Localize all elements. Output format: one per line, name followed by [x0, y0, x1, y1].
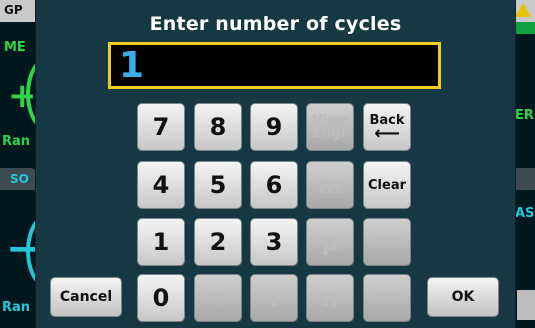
plus-icon: +: [8, 76, 37, 116]
source-label: SO: [10, 172, 29, 186]
range-label: Ran: [2, 134, 31, 149]
input-value: 1: [119, 45, 145, 86]
measure-label: ME: [4, 40, 26, 55]
back-button[interactable]: Back ⟵: [363, 103, 411, 151]
number-entry-dialog: Enter number of cycles 1 7 8 9 View Engr…: [36, 0, 515, 328]
key-6[interactable]: 6: [250, 161, 298, 209]
plus-minus-button: +/-: [194, 274, 242, 322]
key-micro: µ: [306, 218, 354, 266]
dialog-title: Enter number of cycles: [149, 13, 402, 35]
range-label-2: Ran: [2, 300, 31, 315]
key-3[interactable]: 3: [250, 218, 298, 266]
divide-10-button: /10: [363, 218, 411, 266]
background-button: [517, 290, 535, 320]
view-engr-button: View Engr: [306, 103, 354, 151]
back-arrow-icon: ⟵: [374, 123, 400, 144]
key-7[interactable]: 7: [137, 103, 185, 151]
minus-icon: −: [6, 226, 40, 272]
cancel-button[interactable]: Cancel: [50, 277, 122, 317]
key-4[interactable]: 4: [137, 161, 185, 209]
key-9[interactable]: 9: [250, 103, 298, 151]
view-engr-line2: Engr: [313, 126, 347, 141]
bias-label: AS: [515, 206, 535, 221]
key-5[interactable]: 5: [194, 161, 242, 209]
zero-label: ER: [515, 108, 534, 123]
key-2[interactable]: 2: [194, 218, 242, 266]
cycles-input[interactable]: 1: [108, 42, 441, 89]
status-indicator: [515, 22, 535, 34]
multiply-10-button: x10: [363, 274, 411, 322]
decimal-button: .: [250, 274, 298, 322]
ok-button[interactable]: OK: [427, 277, 499, 317]
input-cursor: [119, 86, 141, 89]
key-milli: m: [306, 161, 354, 209]
warning-icon: [515, 3, 531, 17]
key-8[interactable]: 8: [194, 103, 242, 151]
key-nano: n: [306, 274, 354, 322]
topbar-label: GP: [4, 3, 23, 17]
clear-button[interactable]: Clear: [363, 161, 411, 209]
key-0[interactable]: 0: [137, 274, 185, 322]
key-1[interactable]: 1: [137, 218, 185, 266]
